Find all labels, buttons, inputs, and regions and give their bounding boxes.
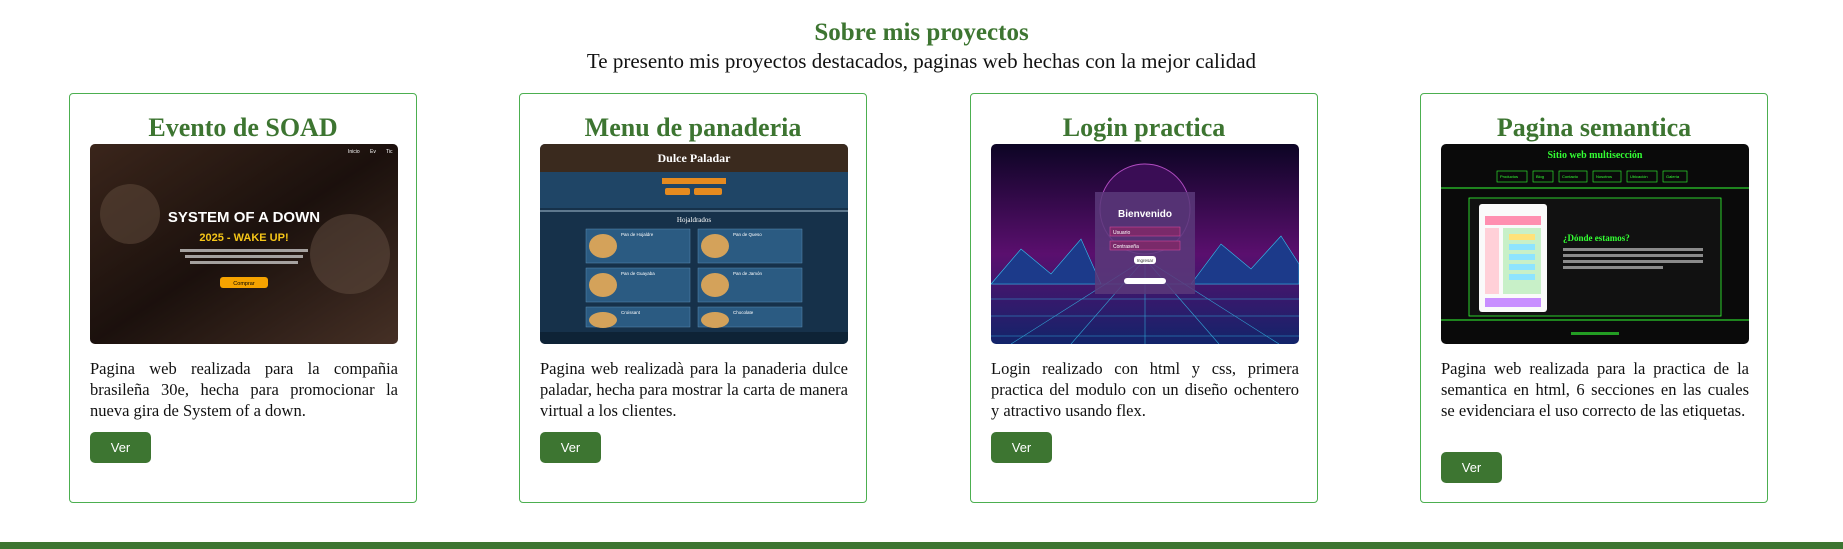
svg-text:Ubicación: Ubicación (1630, 174, 1648, 179)
card-description: Pagina web realizadà para la panaderia d… (540, 359, 848, 420)
project-thumbnail-semantic[interactable]: Sitio web multisección Productos Blog Co… (1441, 144, 1749, 344)
card-description: Pagina web realizada para la practica de… (1441, 359, 1749, 420)
svg-text:Productos: Productos (1500, 174, 1518, 179)
project-thumbnail-login[interactable]: Bienvenido Usuario Contraseña Ingresar (991, 144, 1299, 344)
project-card-soad: Evento de SOAD Inicio Ev Tic SYSTEM OF A… (69, 93, 417, 503)
thumb-section: Hojaldrados (677, 216, 711, 224)
svg-text:Pan de Hojaldre: Pan de Hojaldre (621, 232, 654, 237)
svg-text:Chocolate: Chocolate (733, 310, 754, 315)
section-subtitle: Te presento mis proyectos destacados, pa… (586, 49, 1257, 73)
svg-text:Croissant: Croissant (621, 310, 641, 315)
view-button[interactable]: Ver (540, 432, 601, 463)
card-title: Evento de SOAD (148, 113, 338, 142)
svg-text:Contacto: Contacto (1562, 174, 1579, 179)
thumb-subheading: ¿Dónde estamos? (1563, 233, 1630, 243)
svg-text:Usuario: Usuario (1113, 230, 1130, 236)
view-button[interactable]: Ver (1441, 452, 1502, 483)
card-title: Pagina semantica (1496, 113, 1692, 142)
thumb-heading: SYSTEM OF A DOWN (168, 209, 320, 226)
project-thumbnail-bakery[interactable]: Dulce Paladar Hojaldrados Pan de Hojaldr… (540, 144, 848, 344)
project-card-semantic: Pagina semantica Sitio web multisección … (1420, 93, 1768, 503)
svg-text:Pan de Queso: Pan de Queso (733, 232, 762, 237)
view-button[interactable]: Ver (90, 432, 151, 463)
thumb-heading: Sitio web multisección (1548, 150, 1643, 161)
svg-text:Tic: Tic (386, 149, 393, 155)
project-card-bakery: Menu de panaderia Dulce Paladar Hojaldra… (519, 93, 867, 503)
svg-text:Nosotros: Nosotros (1596, 174, 1612, 179)
thumb-heading: Bienvenido (1118, 209, 1172, 220)
thumb-cta: Comprar (233, 281, 255, 287)
svg-text:Pan de Jamón: Pan de Jamón (733, 271, 763, 276)
thumb-brand: Dulce Paladar (658, 151, 732, 165)
card-title: Login practica (1062, 113, 1226, 142)
svg-text:Contraseña: Contraseña (1113, 244, 1139, 250)
view-button[interactable]: Ver (991, 432, 1052, 463)
section-title: Sobre mis proyectos (814, 19, 1029, 46)
footer-bar (0, 542, 1843, 549)
project-thumbnail-soad[interactable]: Inicio Ev Tic SYSTEM OF A DOWN 2025 - WA… (90, 144, 398, 344)
svg-text:Blog: Blog (1536, 174, 1544, 179)
project-card-login: Login practica Bienvenido Usuario Contra… (970, 93, 1318, 503)
svg-text:Ev: Ev (370, 149, 376, 155)
svg-text:Pan de Guayaba: Pan de Guayaba (621, 271, 655, 276)
svg-text:Galería: Galería (1666, 174, 1680, 179)
svg-text:Ingresar: Ingresar (1137, 258, 1154, 263)
card-description: Pagina web realizada para la compañia br… (90, 359, 398, 420)
card-title: Menu de panaderia (584, 113, 802, 142)
thumb-nav-text: Inicio (348, 149, 360, 155)
projects-header: Sobre mis proyectos Te presento mis proy… (0, 0, 1843, 74)
thumb-subheading: 2025 - WAKE UP! (199, 232, 288, 244)
card-description: Login realizado con html y css, primera … (991, 359, 1299, 420)
